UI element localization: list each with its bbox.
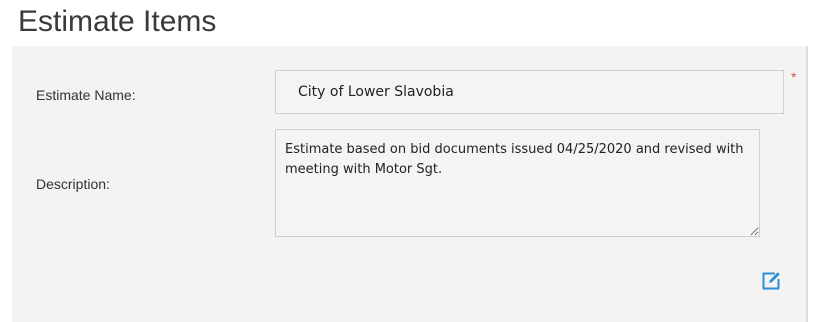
page-title: Estimate Items	[18, 5, 217, 38]
estimate-items-page: Estimate Items Estimate Name: * Descript…	[0, 0, 817, 322]
estimate-name-label: Estimate Name:	[36, 87, 136, 103]
description-label: Description:	[36, 176, 110, 192]
description-textarea[interactable]: Estimate based on bid documents issued 0…	[275, 129, 760, 237]
estimate-details-panel: Estimate Name: * Description: Estimate b…	[12, 46, 808, 322]
edit-button[interactable]	[760, 270, 782, 292]
edit-icon	[762, 272, 780, 290]
required-marker: *	[791, 69, 797, 85]
estimate-name-input[interactable]	[275, 70, 784, 114]
